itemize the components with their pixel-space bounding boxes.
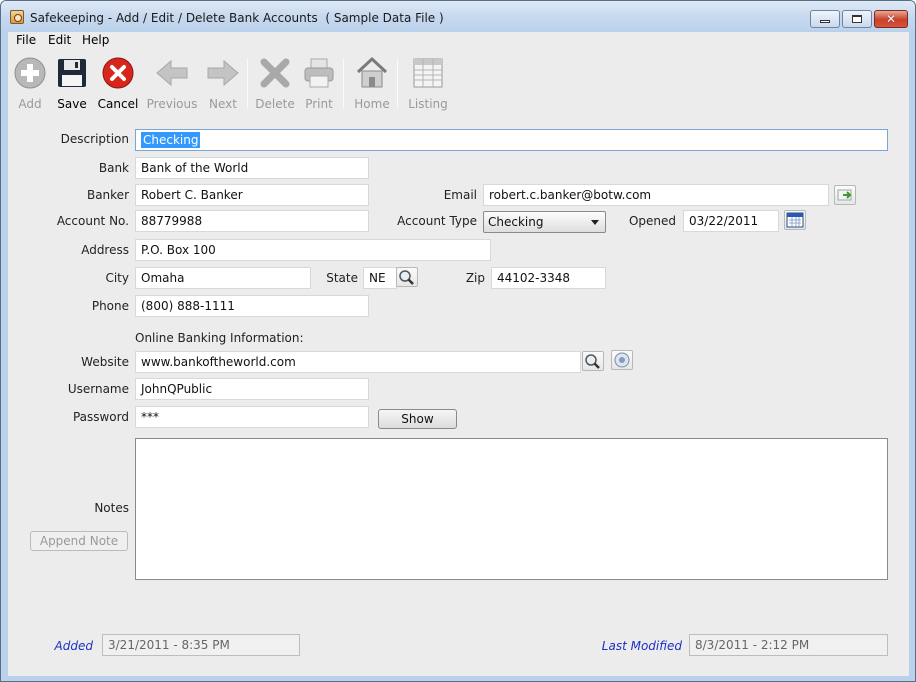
open-website-button[interactable] <box>611 350 633 370</box>
app-window: Safekeeping - Add / Edit / Delete Bank A… <box>0 0 916 682</box>
last-modified-label: Last Modified <box>601 639 682 653</box>
title-bar[interactable]: Safekeeping - Add / Edit / Delete Bank A… <box>1 1 915 31</box>
maximize-button[interactable] <box>842 10 872 28</box>
notes-label: Notes <box>94 501 129 515</box>
listing-label: Listing <box>408 97 448 111</box>
account-no-field[interactable]: 88779988 <box>135 210 369 232</box>
menu-edit[interactable]: Edit <box>48 33 71 47</box>
calendar-icon <box>786 212 804 228</box>
username-label: Username <box>67 382 129 396</box>
description-label: Description <box>60 132 129 146</box>
floppy-disk-icon <box>55 56 89 90</box>
email-field[interactable]: robert.c.banker@botw.com <box>483 184 829 206</box>
house-icon <box>355 56 389 90</box>
state-field[interactable]: NE <box>363 267 397 289</box>
print-button[interactable]: Print <box>293 56 345 112</box>
client-area: File Edit Help Add Save Cancel Previous … <box>8 32 909 676</box>
window-title: Safekeeping - Add / Edit / Delete Bank A… <box>30 11 444 25</box>
zip-field[interactable]: 44102-3348 <box>491 267 606 289</box>
toolbar: Add Save Cancel Previous Next Delete Pri… <box>8 50 909 126</box>
bank-label: Bank <box>98 161 129 175</box>
menu-help[interactable]: Help <box>82 33 109 47</box>
append-note-button[interactable]: Append Note <box>30 531 128 551</box>
calendar-button[interactable] <box>784 210 806 230</box>
magnifier-icon <box>399 270 414 285</box>
phone-label: Phone <box>91 299 129 313</box>
account-type-select[interactable]: Checking <box>483 211 606 233</box>
send-email-button[interactable] <box>834 185 856 205</box>
zip-label: Zip <box>465 271 485 285</box>
listing-button[interactable]: Listing <box>402 56 454 112</box>
added-field: 3/21/2011 - 8:35 PM <box>102 634 300 656</box>
maximize-icon <box>852 15 862 23</box>
list-grid-icon <box>411 56 445 90</box>
globe-icon <box>614 352 630 368</box>
close-icon: ✕ <box>885 12 897 26</box>
next-button[interactable]: Next <box>197 56 249 112</box>
website-label: Website <box>81 355 129 369</box>
arrow-right-icon <box>206 56 240 90</box>
password-label: Password <box>72 410 129 424</box>
password-field[interactable]: *** <box>135 406 369 428</box>
added-label: Added <box>54 639 93 653</box>
address-label: Address <box>81 243 129 257</box>
home-button[interactable]: Home <box>346 56 398 112</box>
state-lookup-button[interactable] <box>396 267 418 287</box>
city-label: City <box>105 271 129 285</box>
menu-file[interactable]: File <box>16 33 36 47</box>
minimize-button[interactable] <box>810 10 840 28</box>
arrow-left-icon <box>155 56 189 90</box>
username-field[interactable]: JohnQPublic <box>135 378 369 400</box>
city-field[interactable]: Omaha <box>135 267 311 289</box>
account-type-value: Checking <box>488 215 544 229</box>
last-modified-field: 8/3/2011 - 2:12 PM <box>689 634 888 656</box>
email-arrow-icon <box>837 189 852 201</box>
website-search-button[interactable] <box>582 351 604 371</box>
bank-field[interactable]: Bank of the World <box>135 157 369 179</box>
magnifier-icon <box>585 354 600 369</box>
show-password-button[interactable]: Show <box>378 409 457 429</box>
online-banking-heading: Online Banking Information: <box>135 331 304 345</box>
state-label: State <box>326 271 358 285</box>
close-button[interactable]: ✕ <box>874 10 908 28</box>
description-field[interactable]: Checking <box>135 129 888 151</box>
add-icon <box>13 56 47 90</box>
chevron-down-icon <box>591 220 599 225</box>
description-value: Checking <box>141 132 201 148</box>
cancel-button[interactable]: Cancel <box>92 56 144 112</box>
app-icon <box>10 10 24 24</box>
account-no-label: Account No. <box>56 214 129 228</box>
opened-label: Opened <box>628 214 676 228</box>
phone-field[interactable]: (800) 888-1111 <box>135 295 369 317</box>
minimize-icon <box>820 20 830 23</box>
home-label: Home <box>354 97 390 111</box>
opened-date-field[interactable]: 03/22/2011 <box>683 210 779 232</box>
printer-icon <box>302 56 336 90</box>
email-label: Email <box>443 188 477 202</box>
banker-field[interactable]: Robert C. Banker <box>135 184 369 206</box>
banker-label: Banker <box>86 188 129 202</box>
delete-x-icon <box>258 56 292 90</box>
address-field[interactable]: P.O. Box 100 <box>135 239 491 261</box>
account-type-label: Account Type <box>397 214 477 228</box>
cancel-icon <box>101 56 135 90</box>
menu-bar: File Edit Help <box>8 32 909 50</box>
notes-textarea[interactable] <box>135 438 888 580</box>
website-field[interactable]: www.bankoftheworld.com <box>135 351 581 373</box>
